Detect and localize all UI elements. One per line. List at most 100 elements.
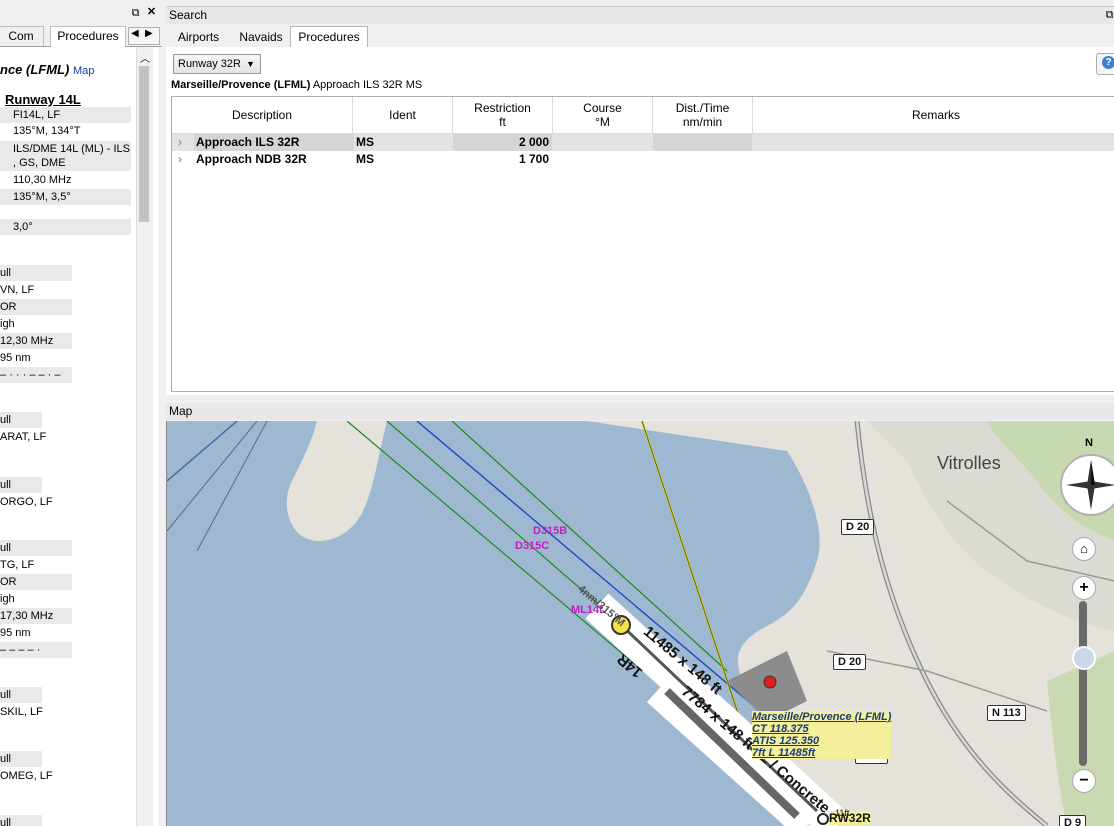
cell-ident: MS xyxy=(356,135,374,149)
zoom-in-icon[interactable]: + xyxy=(1072,576,1096,600)
procedures-table[interactable]: Description Ident Restriction ft Course … xyxy=(171,96,1114,392)
navaid-info-row: ull xyxy=(0,477,42,493)
navaid-info-row: 95 nm xyxy=(0,352,31,364)
left-content: nce (LFML) Map Runway 14L FI14L, LF 135°M… xyxy=(0,47,136,826)
column-label: Course °M xyxy=(583,101,622,129)
procedure-name: Approach ILS 32R MS xyxy=(310,79,423,91)
tab-scroll-left-icon[interactable]: ◀ xyxy=(131,28,139,39)
cell-restriction: 2 000 xyxy=(453,134,552,151)
column-header-course[interactable]: Course °M xyxy=(553,97,653,134)
navaid-info-row: ull xyxy=(0,540,72,556)
road-shield: D 20 xyxy=(841,519,875,535)
expand-arrow-icon[interactable]: › xyxy=(178,151,182,168)
runway-select[interactable]: Runway 32R ▼ xyxy=(173,54,261,74)
navaid-info-row: 17,30 MHz xyxy=(0,608,72,624)
close-icon[interactable]: ✕ xyxy=(146,7,157,18)
navaid-info-row: ARAT, LF xyxy=(0,431,47,443)
waypoint-label[interactable]: D315C xyxy=(515,540,549,552)
airport-title-text: nce (LFML) xyxy=(0,62,70,77)
runway-heading: Runway 14L xyxy=(5,92,81,107)
map-titlebar: Map xyxy=(166,403,1114,420)
column-header-restriction[interactable]: Restriction ft xyxy=(453,97,553,134)
chevron-down-icon: ▼ xyxy=(246,59,255,69)
column-label: Dist./Time nm/min xyxy=(675,101,730,129)
tab-scroll-right-icon[interactable]: ▶ xyxy=(145,28,153,39)
navaid-info-row: ull xyxy=(0,751,42,767)
airport-info-label[interactable]: Marseille/Provence (LFML) CT 118.375 ATI… xyxy=(752,711,892,759)
help-icon[interactable]: ? xyxy=(1102,56,1114,69)
navaid-info-row: OMEG, LF xyxy=(0,770,53,782)
airport-atis-freq: ATIS 125.350 xyxy=(752,735,820,747)
procedure-airport: Marseille/Provence (LFML) xyxy=(171,79,311,91)
waypoint-label[interactable]: D315B xyxy=(533,525,567,537)
road-shield: N 113 xyxy=(987,705,1026,721)
cell-ident: MS xyxy=(356,152,374,166)
home-icon[interactable]: ⌂ xyxy=(1072,537,1096,561)
runway-info-row: 135°M, 134°T xyxy=(13,125,81,137)
tab-label: Procedures xyxy=(57,29,119,43)
cell-dist-time xyxy=(653,134,752,151)
cell-remarks xyxy=(753,151,1114,168)
zoom-slider-track[interactable] xyxy=(1079,601,1087,766)
cell-dist-time xyxy=(653,151,752,168)
airport-tower-icon xyxy=(763,675,777,689)
airport-title: nce (LFML) Map xyxy=(0,62,94,77)
zoom-out-icon[interactable]: − xyxy=(1072,769,1096,793)
search-title: Search xyxy=(169,8,208,22)
tab-label: Com xyxy=(8,29,34,43)
left-tabbar: Com Procedures ◀ ▶ xyxy=(0,26,162,47)
search-titlebar: Search ⧉ xyxy=(166,6,1114,24)
navaid-info-row: 12,30 MHz xyxy=(0,333,72,349)
scroll-up-icon[interactable]: ︿ xyxy=(140,50,150,65)
navaid-info-row: – · · · – – · – xyxy=(0,367,72,383)
runway-info-row: , GS, DME xyxy=(0,155,131,171)
navaid-info-row: ORGO, LF xyxy=(0,496,53,508)
navaid-info-row: TG, LF xyxy=(0,559,35,571)
airport-runway-info: 7ft L 11485ft xyxy=(752,747,816,759)
navaid-info-row: ull xyxy=(0,265,72,281)
navaid-info-row: igh xyxy=(0,318,15,330)
runway-info-row: 110,30 MHz xyxy=(13,174,72,186)
float-icon[interactable]: ⧉ xyxy=(130,8,141,19)
runway-select-value: Runway 32R xyxy=(178,58,241,70)
map-link[interactable]: Map xyxy=(73,65,94,77)
column-header-ident[interactable]: Ident xyxy=(353,97,453,134)
tab-scroll-buttons: ◀ ▶ xyxy=(128,27,160,45)
tab-navaids[interactable]: Navaids xyxy=(230,26,292,48)
navaid-info-row: OR xyxy=(0,574,72,590)
tab-procedures[interactable]: Procedures xyxy=(290,26,368,48)
cell-description: Approach ILS 32R xyxy=(194,134,354,151)
cell-remarks xyxy=(753,134,1114,151)
navaid-info-row: SKIL, LF xyxy=(0,706,43,718)
float-icon[interactable]: ⧉ xyxy=(1104,10,1114,21)
zoom-slider-handle[interactable] xyxy=(1072,646,1096,670)
column-header-remarks[interactable]: Remarks xyxy=(753,97,1114,134)
map-view[interactable]: Vitrolles D 20 D 20 D 20 N 113 D 9 D315B… xyxy=(166,421,1114,826)
navaid-info-row: ull xyxy=(0,687,42,703)
cell-course xyxy=(553,151,652,168)
tab-procedures-left[interactable]: Procedures xyxy=(50,26,126,47)
tab-label: Procedures xyxy=(298,30,360,44)
table-row[interactable]: › Approach ILS 32R MS 2 000 xyxy=(172,134,1114,151)
column-header-dist-time[interactable]: Dist./Time nm/min xyxy=(653,97,753,134)
airport-ct-freq: CT 118.375 xyxy=(752,723,809,735)
column-label: Ident xyxy=(389,108,416,122)
map-canvas[interactable] xyxy=(167,421,1114,826)
compass-icon[interactable] xyxy=(1060,454,1114,516)
table-row[interactable]: › Approach NDB 32R MS 1 700 xyxy=(172,151,1114,168)
navaid-info-row: igh xyxy=(0,593,15,605)
expand-arrow-icon[interactable]: › xyxy=(178,134,182,151)
cell-description: Approach NDB 32R xyxy=(196,152,307,166)
navaid-info-row: 95 nm xyxy=(0,627,31,639)
tab-com[interactable]: Com xyxy=(0,26,44,46)
search-tabbar: Airports Navaids Procedures xyxy=(166,26,1114,48)
column-label: Remarks xyxy=(911,108,960,122)
column-label: Restriction ft xyxy=(474,101,531,129)
left-scroll-thumb[interactable] xyxy=(139,66,149,222)
column-header-description[interactable]: Description xyxy=(172,97,353,134)
procedure-header: Marseille/Provence (LFML) Approach ILS 3… xyxy=(171,79,422,91)
runway-info-row: FI14L, LF xyxy=(0,107,131,123)
tab-airports[interactable]: Airports xyxy=(170,26,227,48)
navaid-info-row: OR xyxy=(0,299,72,315)
column-label: Description xyxy=(231,108,293,122)
